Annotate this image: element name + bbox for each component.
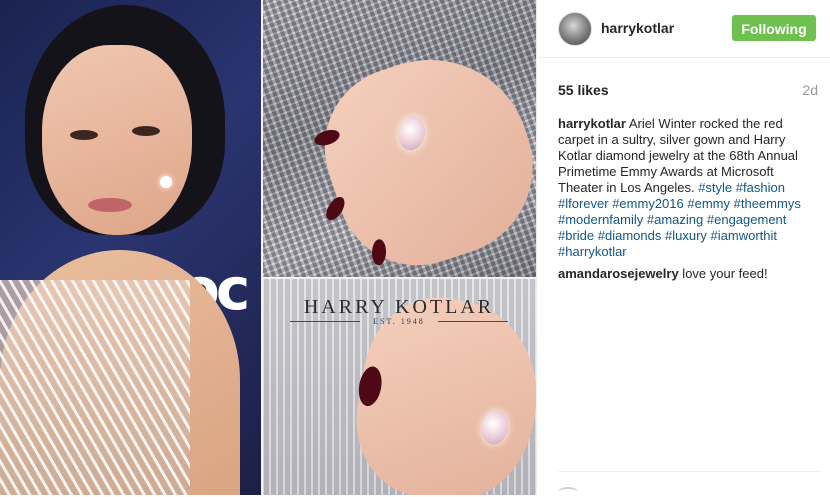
caption-username[interactable]: harrykotlar: [558, 116, 626, 131]
portrait-panel: oc: [0, 0, 262, 495]
brand-wordmark: HARRY KOTLAR: [303, 296, 495, 318]
hashtag-link[interactable]: #harrykotlar: [558, 244, 627, 259]
post-header: harrykotlar Following: [537, 0, 830, 58]
avatar[interactable]: [558, 12, 592, 46]
left-eye: [70, 130, 98, 140]
hashtag-link[interactable]: #theemmys: [734, 196, 801, 211]
post-image[interactable]: oc HARRY KOTLAR EST. 1948: [0, 0, 536, 495]
username-link[interactable]: harrykotlar: [601, 20, 674, 36]
likes-count[interactable]: 55 likes: [558, 82, 609, 98]
lips: [88, 198, 132, 212]
hashtag-link[interactable]: #amazing: [647, 212, 703, 227]
hashtag-link[interactable]: #lforever: [558, 196, 609, 211]
following-button[interactable]: Following: [732, 15, 816, 41]
earring: [160, 176, 172, 188]
hashtag-link[interactable]: #iamworthit: [711, 228, 777, 243]
hashtag-link[interactable]: #bride: [558, 228, 594, 243]
post-time[interactable]: 2d: [802, 82, 818, 98]
hashtag-link[interactable]: #luxury: [665, 228, 707, 243]
ring-stone: [479, 408, 511, 447]
hashtag-link[interactable]: #emmy2016: [612, 196, 684, 211]
gown: [0, 280, 190, 495]
caption: harrykotlar Ariel Winter rocked the red …: [558, 116, 820, 260]
hashtag-link[interactable]: #modernfamily: [558, 212, 643, 227]
right-eye: [132, 126, 160, 136]
collage-divider: [262, 277, 536, 279]
comment-username[interactable]: amandarosejewelry: [558, 266, 679, 281]
instagram-post: oc HARRY KOTLAR EST. 1948 harrykotlar Fo…: [0, 0, 830, 495]
heart-icon[interactable]: [558, 487, 578, 497]
ring-stone: [395, 113, 429, 153]
actions-divider: [558, 471, 820, 472]
comment: amandarosejewelry love your feed!: [558, 266, 820, 282]
hashtag-link[interactable]: #style: [698, 180, 732, 195]
hashtag-link[interactable]: #fashion: [736, 180, 785, 195]
hashtag-link[interactable]: #engagement: [707, 212, 787, 227]
comment-text: love your feed!: [678, 266, 768, 281]
hashtag-link[interactable]: #emmy: [687, 196, 730, 211]
post-sidebar: harrykotlar Following 55 likes 2d harryk…: [536, 0, 830, 495]
hashtag-link[interactable]: #diamonds: [598, 228, 662, 243]
collage-divider: [261, 0, 263, 495]
brand-rule: [438, 321, 508, 322]
